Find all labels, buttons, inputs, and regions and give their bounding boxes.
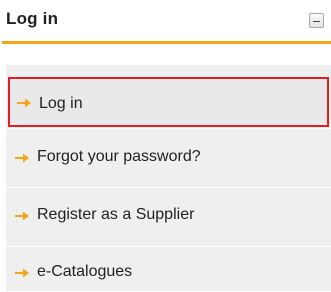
menu-item-label: Forgot your password? — [37, 148, 201, 165]
header-accent-rule — [2, 41, 331, 44]
arrow-right-icon — [15, 211, 29, 221]
login-panel: Log in Log in Forgot your password? Regi… — [0, 0, 331, 292]
login-menu: Log in Forgot your password? Register as… — [6, 65, 331, 291]
collapse-button[interactable] — [309, 13, 324, 28]
menu-item-forgot-password[interactable]: Forgot your password? — [6, 129, 331, 187]
menu-item-register-supplier[interactable]: Register as a Supplier — [6, 188, 331, 246]
menu-item-log-in[interactable]: Log in — [8, 77, 329, 127]
arrow-right-icon — [17, 98, 31, 108]
menu-item-e-catalogues[interactable]: e-Catalogues — [6, 247, 331, 291]
panel-title: Log in — [6, 9, 59, 28]
arrow-right-icon — [15, 268, 29, 278]
menu-item-label: Register as a Supplier — [37, 206, 195, 223]
minus-icon — [313, 21, 320, 22]
menu-item-label: e-Catalogues — [37, 263, 133, 280]
menu-item-label: Log in — [39, 95, 83, 112]
panel-header: Log in — [0, 0, 331, 50]
arrow-right-icon — [15, 153, 29, 163]
